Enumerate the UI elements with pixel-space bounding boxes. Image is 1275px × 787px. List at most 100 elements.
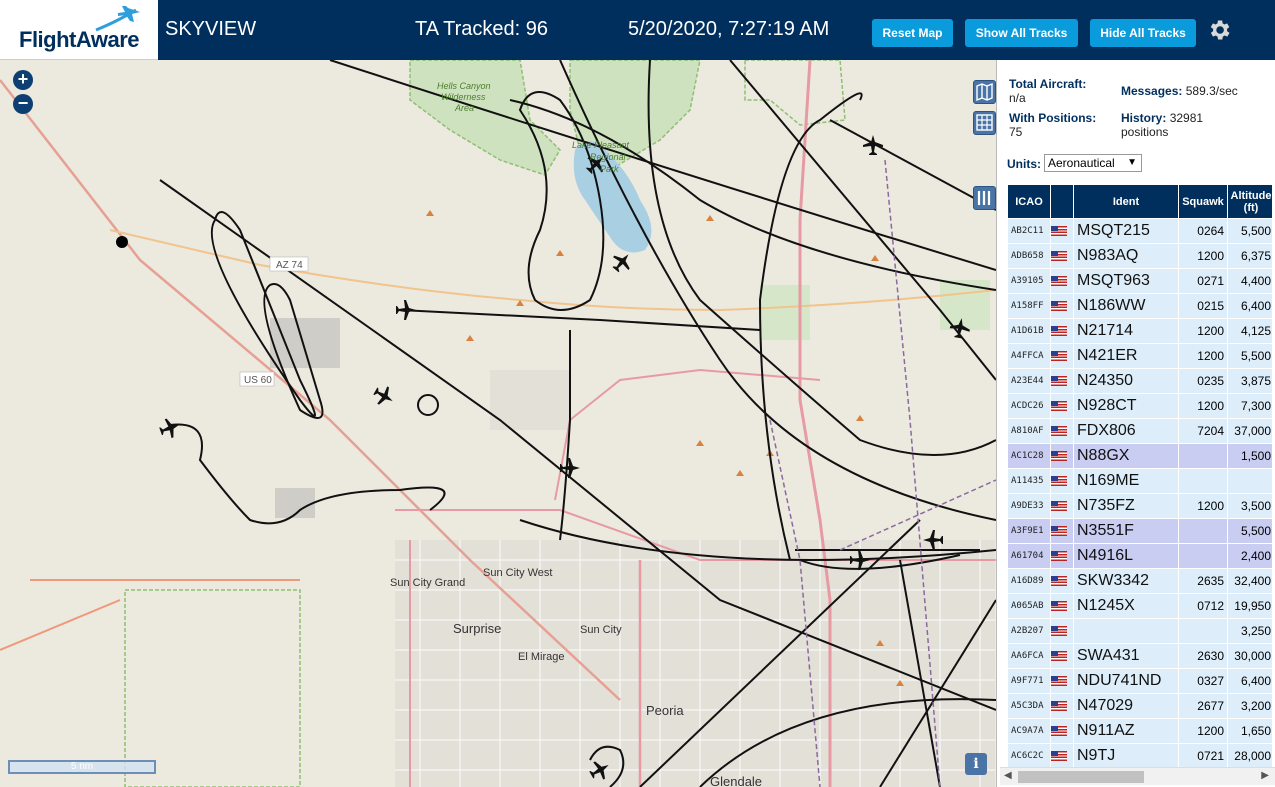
reset-map-button[interactable]: Reset Map bbox=[872, 19, 953, 47]
cell-altitude: 6,400 bbox=[1228, 669, 1272, 693]
stat-history: History: 32981 positions bbox=[1121, 111, 1271, 139]
aircraft-table-container[interactable]: ICAO Ident Squawk Altitude (ft) AB2C11 MS… bbox=[1007, 184, 1272, 769]
table-row[interactable]: AC6C2C N9TJ 0721 28,000 bbox=[1008, 744, 1272, 768]
table-row[interactable]: AC1C28 N88GX 1,500 bbox=[1008, 444, 1272, 468]
cell-ident: MSQT215 bbox=[1074, 219, 1178, 243]
table-row[interactable]: ADB658 N983AQ 1200 6,375 bbox=[1008, 244, 1272, 268]
cell-icao: AC6C2C bbox=[1008, 744, 1050, 768]
table-row[interactable]: AC9A7A N911AZ 1200 1,650 bbox=[1008, 719, 1272, 743]
cell-ident: SWA431 bbox=[1074, 644, 1178, 668]
col-header-altitude[interactable]: Altitude (ft) bbox=[1228, 185, 1272, 218]
units-label: Units: bbox=[1007, 157, 1041, 171]
table-row[interactable]: A39105 MSQT963 0271 4,400 bbox=[1008, 269, 1272, 293]
cell-squawk: 0235 bbox=[1179, 369, 1227, 393]
scrollbar-thumb[interactable] bbox=[1018, 771, 1144, 783]
column-toggle-button[interactable] bbox=[973, 186, 996, 210]
table-row[interactable]: A5C3DA N47029 2677 3,200 bbox=[1008, 694, 1272, 718]
flag-icon bbox=[1051, 694, 1073, 718]
map-grid-button[interactable] bbox=[973, 111, 996, 135]
table-row[interactable]: A810AF FDX806 7204 37,000 bbox=[1008, 419, 1272, 443]
table-row[interactable]: A11435 N169ME bbox=[1008, 469, 1272, 493]
table-row[interactable]: A3F9E1 N3551F 5,500 bbox=[1008, 519, 1272, 543]
cell-ident: N4916L bbox=[1074, 544, 1178, 568]
map-label-area: Area bbox=[454, 103, 474, 113]
stat-messages: Messages: 589.3/sec bbox=[1121, 84, 1271, 98]
cell-squawk: 1200 bbox=[1179, 244, 1227, 268]
cell-ident: N3551F bbox=[1074, 519, 1178, 543]
col-header-squawk[interactable]: Squawk bbox=[1179, 185, 1227, 218]
cell-icao: AA6FCA bbox=[1008, 644, 1050, 668]
map-canvas[interactable]: Hells Canyon Wilderness Area Lake Pleasa… bbox=[0, 60, 996, 787]
cell-altitude bbox=[1228, 469, 1272, 493]
col-header-icao[interactable]: ICAO bbox=[1008, 185, 1050, 218]
cell-altitude: 6,375 bbox=[1228, 244, 1272, 268]
cell-ident: SKW3342 bbox=[1074, 569, 1178, 593]
map-label-us60: US 60 bbox=[244, 375, 272, 386]
total-aircraft-value: n/a bbox=[1009, 91, 1026, 105]
us-flag-icon bbox=[1051, 276, 1067, 287]
table-row[interactable]: A23E44 N24350 0235 3,875 bbox=[1008, 369, 1272, 393]
flag-icon bbox=[1051, 219, 1073, 243]
gear-icon[interactable] bbox=[1206, 17, 1232, 43]
flag-icon bbox=[1051, 369, 1073, 393]
table-row[interactable]: A158FF N186WW 0215 6,400 bbox=[1008, 294, 1272, 318]
cell-altitude: 37,000 bbox=[1228, 419, 1272, 443]
zoom-in-button[interactable]: + bbox=[13, 70, 33, 90]
col-header-ident[interactable]: Ident bbox=[1074, 185, 1178, 218]
map-label-el-mirage: El Mirage bbox=[518, 651, 564, 663]
units-value: Aeronautical bbox=[1048, 156, 1115, 170]
table-row[interactable]: A065AB N1245X 0712 19,950 bbox=[1008, 594, 1272, 618]
table-row[interactable]: A61704 N4916L 2,400 bbox=[1008, 544, 1272, 568]
zoom-out-button[interactable]: − bbox=[13, 94, 33, 114]
flag-icon bbox=[1051, 744, 1073, 768]
cell-ident: MSQT963 bbox=[1074, 269, 1178, 293]
map-layers-button[interactable] bbox=[973, 80, 996, 104]
cell-squawk: 0327 bbox=[1179, 669, 1227, 693]
cell-altitude: 2,400 bbox=[1228, 544, 1272, 568]
show-all-tracks-button[interactable]: Show All Tracks bbox=[965, 19, 1078, 47]
horizontal-scrollbar[interactable]: ◀ ▶ bbox=[1000, 767, 1275, 785]
table-row[interactable]: A2B207 3,250 bbox=[1008, 619, 1272, 643]
cell-ident: NDU741ND bbox=[1074, 669, 1178, 693]
cell-altitude: 3,875 bbox=[1228, 369, 1272, 393]
cell-icao: AC9A7A bbox=[1008, 719, 1050, 743]
map-view[interactable]: Hells Canyon Wilderness Area Lake Pleasa… bbox=[0, 60, 996, 787]
table-row[interactable]: ACDC26 N928CT 1200 7,300 bbox=[1008, 394, 1272, 418]
cell-ident: N24350 bbox=[1074, 369, 1178, 393]
skyview-app: FlightAware SKYVIEW TA Tracked: 96 5/20/… bbox=[0, 0, 1275, 787]
cell-ident: N421ER bbox=[1074, 344, 1178, 368]
us-flag-icon bbox=[1051, 426, 1067, 437]
us-flag-icon bbox=[1051, 501, 1067, 512]
messages-value: 589.3/sec bbox=[1185, 84, 1238, 98]
us-flag-icon bbox=[1051, 726, 1067, 737]
table-row[interactable]: A4FFCA N421ER 1200 5,500 bbox=[1008, 344, 1272, 368]
cell-icao: A61704 bbox=[1008, 544, 1050, 568]
us-flag-icon bbox=[1051, 401, 1067, 412]
app-name: SKYVIEW bbox=[165, 18, 257, 40]
cell-squawk: 0271 bbox=[1179, 269, 1227, 293]
table-row[interactable]: A9DE33 N735FZ 1200 3,500 bbox=[1008, 494, 1272, 518]
cell-ident: N1245X bbox=[1074, 594, 1178, 618]
info-button[interactable]: i bbox=[965, 753, 987, 775]
scroll-right-icon[interactable]: ▶ bbox=[1261, 770, 1269, 781]
flag-icon bbox=[1051, 619, 1073, 643]
cell-ident: N169ME bbox=[1074, 469, 1178, 493]
table-row[interactable]: A16D89 SKW3342 2635 32,400 bbox=[1008, 569, 1272, 593]
units-select[interactable]: Aeronautical ▼ bbox=[1044, 154, 1142, 172]
us-flag-icon bbox=[1051, 751, 1067, 762]
table-row[interactable]: AA6FCA SWA431 2630 30,000 bbox=[1008, 644, 1272, 668]
logo-text: FlightAware bbox=[19, 27, 140, 52]
table-row[interactable]: AB2C11 MSQT215 0264 5,500 bbox=[1008, 219, 1272, 243]
cell-ident: N735FZ bbox=[1074, 494, 1178, 518]
flightaware-logo[interactable]: FlightAware bbox=[0, 0, 158, 60]
table-row[interactable]: A9F771 NDU741ND 0327 6,400 bbox=[1008, 669, 1272, 693]
flag-icon bbox=[1051, 669, 1073, 693]
table-row[interactable]: A1D61B N21714 1200 4,125 bbox=[1008, 319, 1272, 343]
scroll-left-icon[interactable]: ◀ bbox=[1004, 770, 1012, 781]
flag-icon bbox=[1051, 244, 1073, 268]
cell-icao: A9DE33 bbox=[1008, 494, 1050, 518]
cell-squawk: 0215 bbox=[1179, 294, 1227, 318]
hide-all-tracks-button[interactable]: Hide All Tracks bbox=[1090, 19, 1196, 47]
cell-ident: N983AQ bbox=[1074, 244, 1178, 268]
col-header-flag[interactable] bbox=[1051, 185, 1073, 218]
